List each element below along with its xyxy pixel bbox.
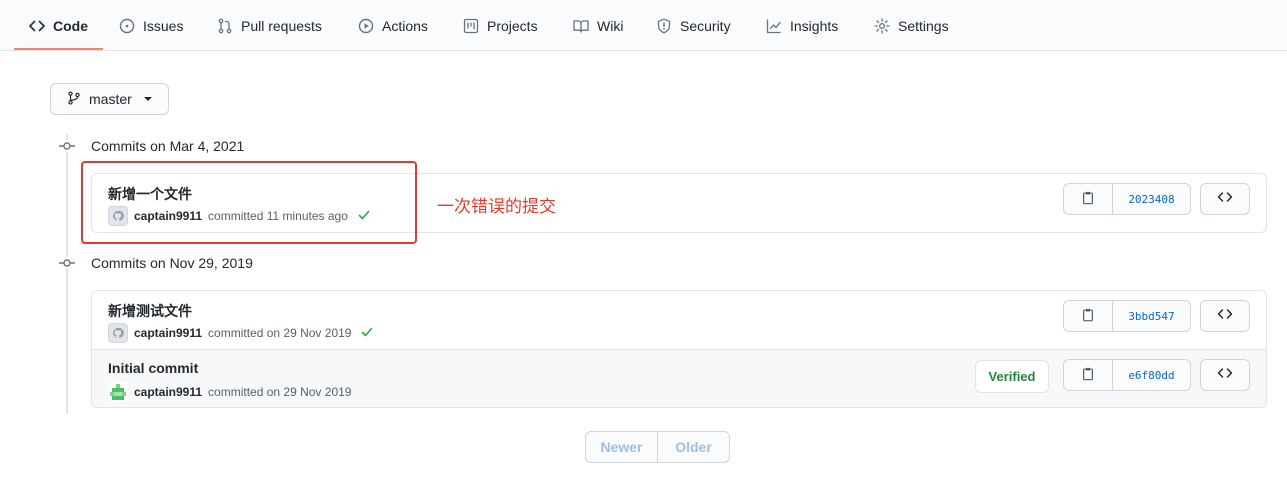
copy-sha-button[interactable]	[1064, 301, 1113, 331]
annotation-text: 一次错误的提交	[437, 197, 556, 216]
commit-list: 新增测试文件 captain9911 committed on 29 Nov 2…	[91, 290, 1267, 408]
tab-security[interactable]: Security	[656, 0, 731, 51]
git-commit-icon	[58, 140, 76, 152]
tab-label: Wiki	[597, 17, 624, 34]
tab-label: Pull requests	[241, 17, 322, 34]
gear-icon	[874, 17, 890, 34]
copy-sha-button[interactable]	[1064, 360, 1113, 390]
newer-button[interactable]: Newer	[586, 432, 658, 462]
code-icon	[29, 18, 45, 34]
play-icon	[358, 18, 374, 34]
tab-label: Projects	[487, 17, 538, 34]
tab-label: Insights	[790, 17, 839, 34]
git-branch-icon	[67, 90, 81, 108]
book-icon	[573, 18, 589, 34]
graph-icon	[766, 18, 782, 34]
tab-insights[interactable]: Insights	[766, 0, 838, 51]
commit-meta: captain9911 committed on 29 Nov 2019	[108, 382, 351, 402]
copy-sha-button[interactable]	[1064, 184, 1113, 214]
tab-pull-requests[interactable]: Pull requests	[217, 0, 322, 51]
annotation-highlight-box	[81, 161, 417, 244]
code-icon	[1217, 365, 1233, 385]
timeline-line	[66, 134, 68, 414]
chevron-down-icon	[143, 97, 152, 101]
commit-sha-link[interactable]: 2023408	[1113, 184, 1190, 214]
browse-repo-button[interactable]	[1200, 183, 1250, 215]
tab-label: Security	[680, 17, 731, 34]
commit-sha-link[interactable]: e6f80dd	[1113, 360, 1190, 390]
commit-message-link[interactable]: 新增测试文件	[108, 301, 192, 321]
branch-selector-button[interactable]: master	[50, 83, 169, 115]
sha-button-group: e6f80dd	[1063, 359, 1191, 391]
tab-issues[interactable]: Issues	[119, 0, 183, 51]
shield-icon	[656, 18, 672, 34]
verified-badge[interactable]: Verified	[975, 360, 1049, 393]
tab-wiki[interactable]: Wiki	[573, 0, 623, 51]
clipboard-icon	[1081, 367, 1095, 384]
tab-projects[interactable]: Projects	[463, 0, 538, 51]
pull-request-icon	[217, 18, 233, 34]
commit-meta: captain9911 committed on 29 Nov 2019	[108, 323, 373, 343]
tab-label: Code	[53, 17, 88, 34]
author-link[interactable]: captain9911	[134, 385, 202, 399]
tab-code[interactable]: Code	[29, 0, 88, 51]
git-commit-icon	[58, 257, 76, 269]
pagination: Newer Older	[585, 431, 730, 463]
browse-repo-button[interactable]	[1200, 359, 1250, 391]
clipboard-icon	[1081, 308, 1095, 325]
commit-date-text: committed on 29 Nov 2019	[208, 385, 352, 399]
code-icon	[1217, 306, 1233, 326]
tab-label: Settings	[898, 17, 949, 34]
avatar[interactable]	[108, 382, 128, 402]
commit-row: 新增测试文件 captain9911 committed on 29 Nov 2…	[92, 291, 1266, 349]
check-icon[interactable]	[361, 326, 373, 341]
author-link[interactable]: captain9911	[134, 326, 202, 340]
tab-actions[interactable]: Actions	[358, 0, 428, 51]
project-icon	[463, 18, 479, 34]
tab-label: Actions	[382, 17, 428, 34]
commit-group-title: Commits on Nov 29, 2019	[91, 255, 253, 271]
tab-settings[interactable]: Settings	[874, 0, 949, 51]
avatar[interactable]	[108, 323, 128, 343]
commit-date-text: committed on 29 Nov 2019	[208, 326, 352, 340]
sha-button-group: 3bbd547	[1063, 300, 1191, 332]
issue-icon	[119, 18, 135, 34]
active-tab-underline	[14, 48, 103, 50]
commit-message-link[interactable]: Initial commit	[108, 360, 198, 376]
older-button[interactable]: Older	[658, 432, 729, 462]
commit-row: Initial commit captain9911 committed on …	[92, 349, 1266, 407]
commit-group-title: Commits on Mar 4, 2021	[91, 138, 245, 154]
sha-button-group: 2023408	[1063, 183, 1191, 215]
branch-name: master	[89, 91, 132, 107]
tab-label: Issues	[143, 17, 184, 34]
browse-repo-button[interactable]	[1200, 300, 1250, 332]
code-icon	[1217, 189, 1233, 209]
clipboard-icon	[1081, 191, 1095, 208]
commit-sha-link[interactable]: 3bbd547	[1113, 301, 1190, 331]
repo-nav: Code Issues Pull requests Actions Projec…	[0, 0, 1287, 51]
